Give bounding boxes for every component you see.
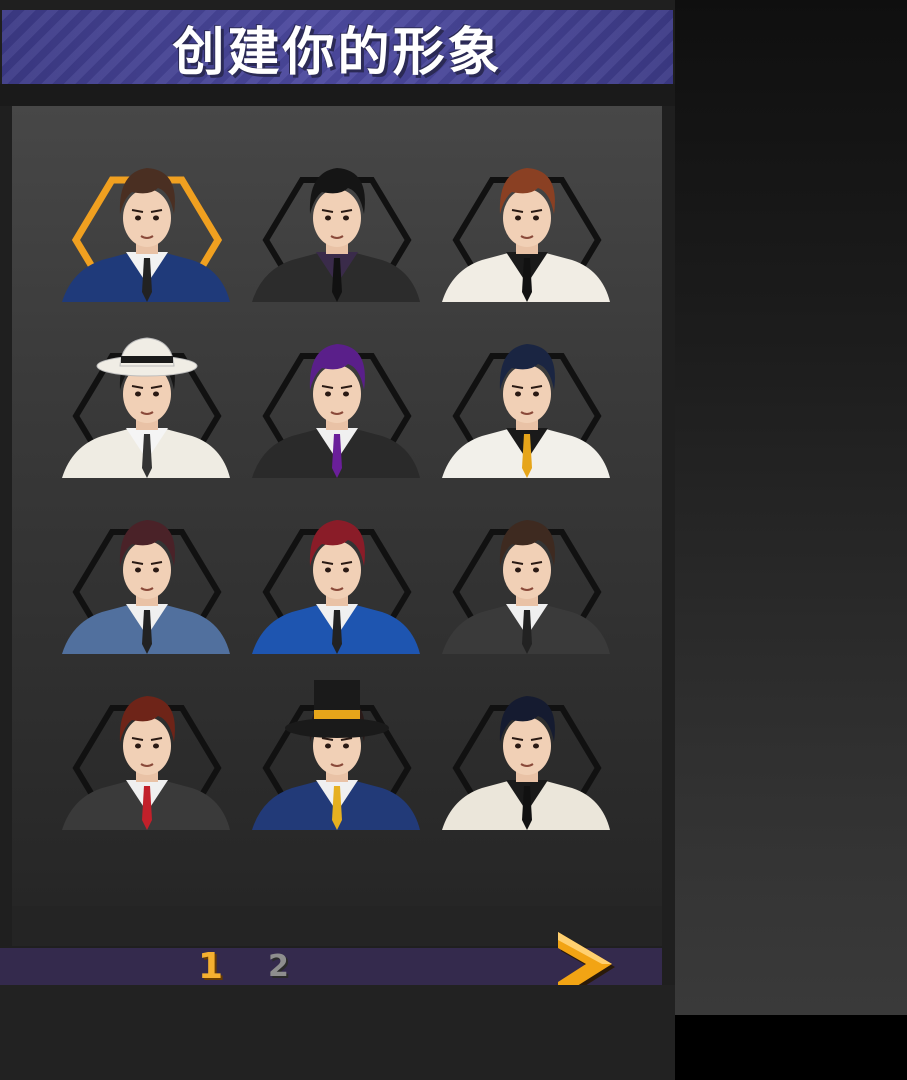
character-create-screen: 创建你的形象 1 2 <box>0 0 907 1080</box>
avatar-10-portrait <box>62 696 230 830</box>
avatar-2-portrait <box>252 168 420 302</box>
main-panel: 创建你的形象 1 2 <box>0 0 675 1080</box>
side-background <box>675 0 907 1015</box>
avatar-9[interactable] <box>442 504 612 654</box>
avatar-12-portrait <box>442 696 610 830</box>
avatar-1-portrait <box>62 168 230 302</box>
avatar-4-portrait <box>62 337 230 478</box>
avatar-6[interactable] <box>442 328 612 478</box>
avatar-7-portrait <box>62 520 230 654</box>
avatar-1[interactable] <box>62 152 232 302</box>
avatar-11[interactable] <box>252 680 422 830</box>
avatar-5-portrait <box>252 344 420 478</box>
page-1-button[interactable]: 1 <box>198 948 223 985</box>
avatar-8-portrait <box>252 520 420 654</box>
avatar-4[interactable] <box>62 328 232 478</box>
avatar-5[interactable] <box>252 328 422 478</box>
title-bar: 创建你的形象 <box>2 10 673 84</box>
avatar-8[interactable] <box>252 504 422 654</box>
avatar-2[interactable] <box>252 152 422 302</box>
avatar-7[interactable] <box>62 504 232 654</box>
bottom-area <box>0 985 675 1080</box>
side-bottom-strip <box>675 1015 907 1080</box>
page-title: 创建你的形象 <box>172 22 503 83</box>
avatar-9-portrait <box>442 520 610 654</box>
avatar-10[interactable] <box>62 680 232 830</box>
avatar-3[interactable] <box>442 152 612 302</box>
avatar-6-portrait <box>442 344 610 478</box>
avatar-12[interactable] <box>442 680 612 830</box>
avatar-11-portrait <box>252 680 420 830</box>
title-divider <box>0 84 675 106</box>
page-2-button[interactable]: 2 <box>268 948 289 985</box>
avatar-3-portrait <box>442 168 610 302</box>
